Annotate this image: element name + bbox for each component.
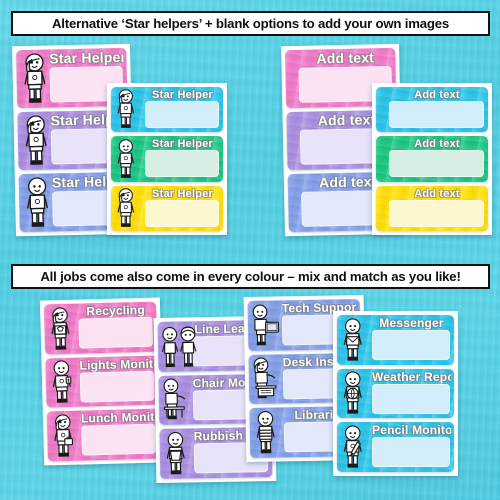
student-illustration-girl-ponytail — [113, 187, 140, 230]
job-card-label: Messenger — [379, 316, 444, 330]
name-write-box[interactable] — [389, 101, 484, 128]
student-illustration-girl-ponytail — [113, 88, 140, 131]
student-illustration-girl-ponytail — [19, 113, 54, 169]
student-illustration-girl-desk — [251, 356, 283, 404]
job-card[interactable]: Recycling — [43, 301, 158, 355]
job-card[interactable]: Lights Monitor — [45, 355, 159, 408]
job-card[interactable]: Add text — [376, 136, 488, 182]
job-card[interactable]: Add text — [376, 87, 488, 133]
job-card-label: Star Helper — [152, 187, 213, 200]
banner-top: Alternative ‘Star helpers’ + blank optio… — [11, 11, 490, 36]
job-card[interactable]: Star Helper — [111, 136, 223, 182]
name-write-box[interactable] — [145, 101, 219, 128]
job-card[interactable]: Pencil Monitor — [337, 422, 454, 472]
job-card-label: Star Helper — [49, 48, 124, 67]
job-card-label: Pencil Monitor — [372, 423, 451, 438]
name-write-box[interactable] — [389, 199, 484, 227]
student-illustration-kid-envelope — [339, 317, 368, 364]
card-sheet-jobs-cyan: Messenger Weather Reporter Pencil Monitor — [333, 311, 458, 476]
student-illustration-boy-chair — [161, 377, 193, 425]
job-card[interactable]: Lunch Monitor — [46, 408, 161, 462]
name-write-box[interactable] — [145, 150, 219, 178]
student-illustration-boy-plain — [21, 175, 56, 231]
name-write-box[interactable] — [372, 437, 450, 468]
name-write-box[interactable] — [389, 150, 484, 178]
job-card-label: Add text — [414, 138, 460, 151]
card-sheet-star-helpers-front: Star Helper Star Helper Star Helper — [107, 83, 227, 235]
job-card[interactable]: Star Helper — [111, 87, 223, 133]
job-card[interactable]: Add text — [376, 185, 488, 231]
student-illustration-two-kids — [160, 323, 199, 371]
name-write-box[interactable] — [145, 199, 219, 227]
card-sheet-jobs-pink: Recycling Lights Monitor Lunch Monitor — [39, 297, 165, 466]
banner-bottom: All jobs come also come in every colour … — [11, 264, 490, 289]
job-card[interactable]: Star Helper — [111, 185, 223, 231]
student-illustration-kid-pencil — [339, 424, 368, 471]
job-card-label: Add text — [414, 89, 460, 101]
name-write-box[interactable] — [79, 370, 155, 403]
student-illustration-boy-plain — [113, 138, 140, 181]
job-card[interactable]: Messenger — [337, 315, 454, 365]
student-illustration-boy-books — [252, 409, 282, 456]
student-illustration-boy-switch — [47, 359, 77, 407]
job-card-label: Add text — [414, 187, 460, 200]
job-card-label: Add text — [316, 49, 375, 67]
student-illustration-kid-computer — [250, 302, 282, 350]
job-card[interactable]: Weather Reporter — [337, 368, 454, 419]
job-card-label: Weather Reporter — [372, 369, 451, 384]
job-card-label: Star Helper — [152, 138, 213, 151]
student-illustration-girl-recycle — [46, 305, 76, 353]
banner-top-text: Alternative ‘Star helpers’ + blank optio… — [51, 16, 449, 31]
name-write-box[interactable] — [372, 330, 450, 360]
name-write-box[interactable] — [372, 383, 450, 414]
name-write-box[interactable] — [78, 316, 154, 349]
student-illustration-girl-lunchbox — [49, 413, 79, 461]
banner-bottom-text: All jobs come also come in every colour … — [40, 269, 461, 284]
student-illustration-boy-bin — [162, 430, 192, 477]
student-illustration-kid-globe — [339, 370, 368, 417]
name-write-box[interactable] — [81, 423, 156, 456]
student-illustration-girl-plain — [18, 51, 53, 107]
card-sheet-add-text-front: Add text Add text Add text — [372, 83, 492, 235]
job-card-label: Star Helper — [152, 89, 213, 101]
